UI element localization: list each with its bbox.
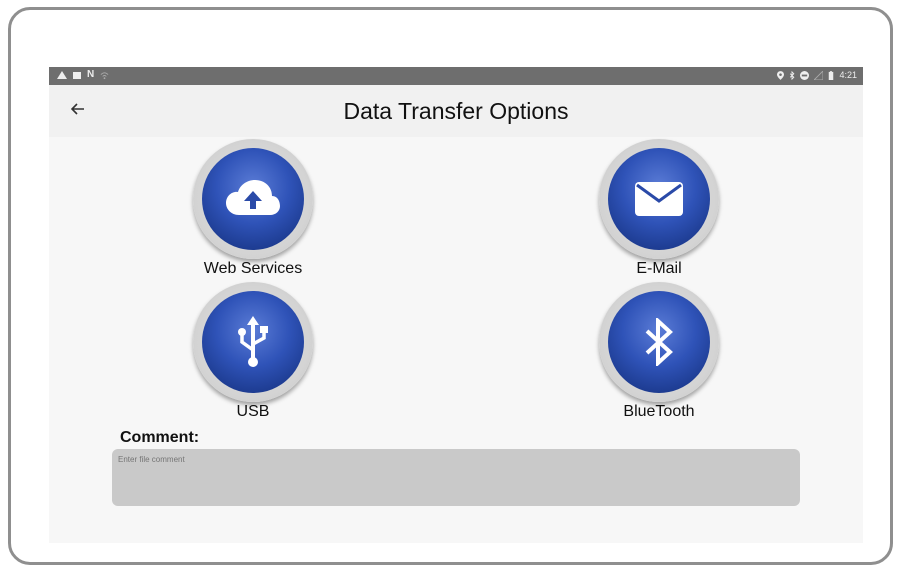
envelope-icon	[635, 182, 683, 216]
status-bar-left: N	[57, 70, 109, 80]
usb-icon	[238, 316, 268, 367]
app-bar: Data Transfer Options	[49, 85, 863, 137]
usb-button[interactable]: USB	[173, 282, 333, 421]
email-button[interactable]: E-Mail	[579, 139, 739, 278]
bluetooth-label: BlueTooth	[623, 403, 695, 420]
comment-field-container	[112, 449, 800, 506]
app-screen: N 4:21 Data Transfer Options Web Service…	[49, 67, 863, 543]
page-title: Data Transfer Options	[343, 98, 569, 124]
n-icon: N	[87, 69, 95, 80]
usb-label: USB	[236, 403, 270, 420]
bluetooth-status-icon	[790, 70, 795, 80]
status-bar: N 4:21	[49, 67, 863, 85]
bluetooth-circle	[599, 282, 719, 402]
wifi-off-icon	[100, 71, 109, 79]
email-circle	[599, 139, 719, 259]
warning-icon	[57, 71, 67, 79]
web-services-circle	[193, 139, 313, 259]
status-bar-right: 4:21	[777, 70, 857, 80]
comment-label: Comment:	[120, 429, 200, 446]
email-label: E-Mail	[636, 260, 682, 277]
bluetooth-icon	[645, 318, 673, 366]
image-icon	[73, 71, 81, 79]
bluetooth-button[interactable]: BlueTooth	[579, 282, 739, 421]
web-services-button[interactable]: Web Services	[173, 139, 333, 278]
cloud-upload-icon	[226, 180, 280, 215]
location-icon	[777, 70, 785, 80]
signal-icon	[814, 70, 824, 80]
status-time: 4:21	[839, 70, 857, 80]
comment-input[interactable]	[112, 451, 800, 468]
battery-icon	[829, 70, 834, 80]
usb-circle	[193, 282, 313, 402]
do-not-disturb-icon	[800, 70, 810, 80]
web-services-label: Web Services	[203, 260, 303, 277]
